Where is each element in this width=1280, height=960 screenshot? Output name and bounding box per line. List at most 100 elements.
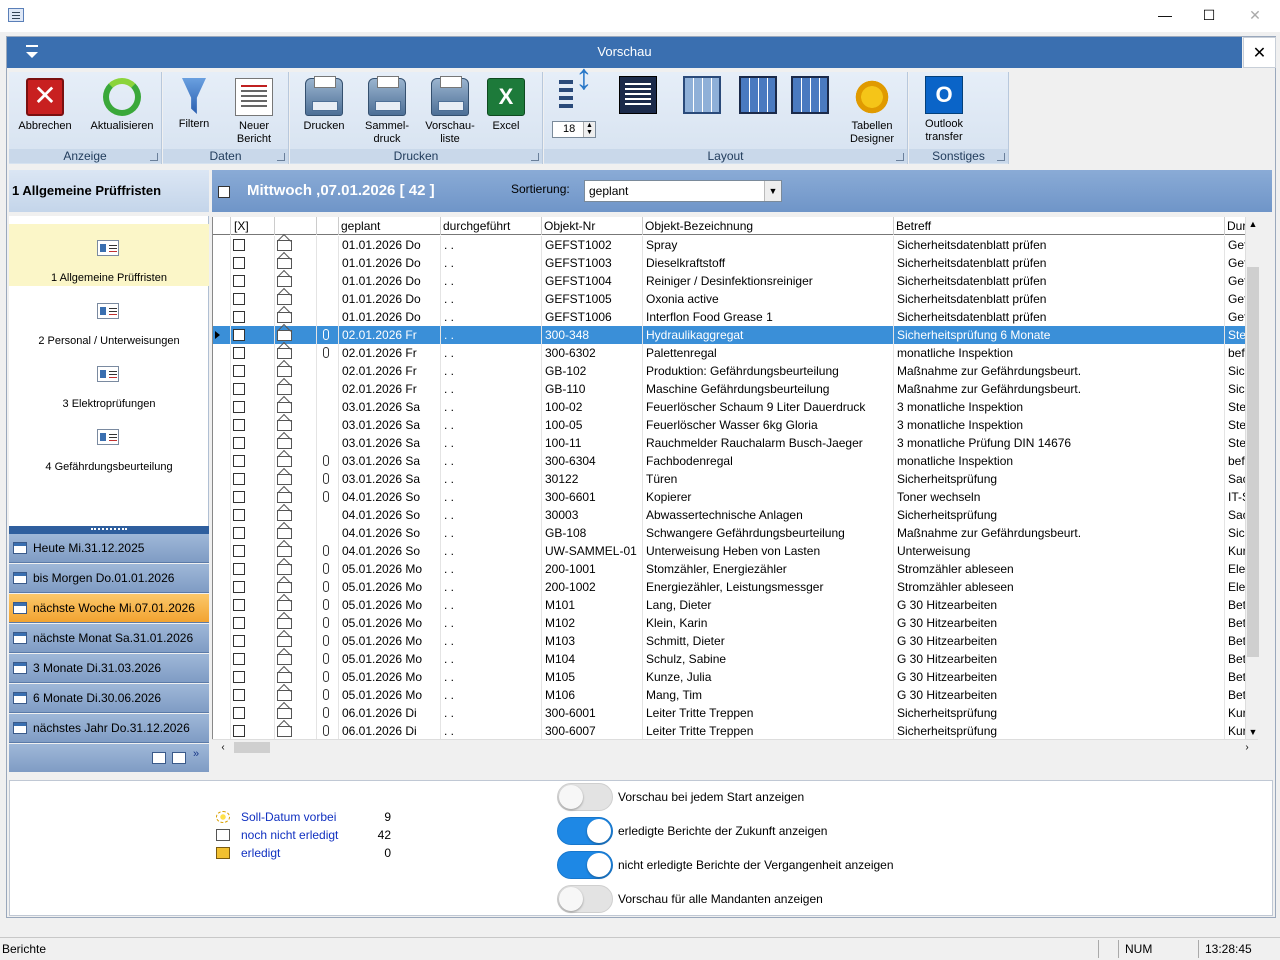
inner-close-button[interactable]: ✕ — [1243, 37, 1276, 68]
period-button-5[interactable]: 3 Monate Di.31.03.2026 — [9, 654, 209, 683]
aktualisieren-button[interactable]: Aktualisieren — [87, 78, 157, 133]
table-row[interactable]: 01.01.2026 Do. . GEFST1006 Interflon Food … — [213, 308, 1258, 326]
vorschauliste-button[interactable]: Vorschau- liste — [422, 76, 478, 146]
scroll-down-icon[interactable]: ▼ — [1246, 725, 1260, 739]
period-button-3[interactable]: nächste Woche Mi.07.01.2026 — [9, 594, 209, 623]
table-row[interactable]: 05.01.2026 Mo. . M106 Mang, Tim G 30 Hitzea… — [213, 686, 1258, 704]
dialog-launcher-icon[interactable] — [277, 153, 285, 161]
sammeldruck-button[interactable]: Sammel- druck — [360, 76, 414, 146]
table-row[interactable]: 02.01.2026 Fr. . 300-6302 Palettenregal mon… — [213, 344, 1258, 362]
cell-durch: . . — [441, 488, 542, 506]
table-row[interactable]: 01.01.2026 Do. . GEFST1003 Dieselkraftstof… — [213, 254, 1258, 272]
scroll-thumb[interactable] — [234, 742, 270, 753]
row-height-icon — [559, 70, 593, 114]
legend-label[interactable]: noch nicht erledigt — [241, 828, 338, 842]
cell-blank — [213, 686, 231, 704]
table-row[interactable]: 04.01.2026 So. . 300-6601 Kopierer Toner we… — [213, 488, 1258, 506]
minimize-button[interactable]: — — [1142, 0, 1188, 30]
table-row[interactable]: 03.01.2026 Sa. . 100-02 Feuerlöscher Schau… — [213, 398, 1258, 416]
abbrechen-button[interactable]: ✕ Abbrechen — [15, 78, 75, 133]
column-header[interactable]: durchgeführt — [441, 217, 542, 235]
table-row[interactable]: 05.01.2026 Mo. . M104 Schulz, Sabine G 30 H… — [213, 650, 1258, 668]
table-row[interactable]: 01.01.2026 Do. . GEFST1005 Oxonia active Si… — [213, 290, 1258, 308]
table-row[interactable]: 02.01.2026 Fr. . GB-110 Maschine Gefährdun… — [213, 380, 1258, 398]
inner-menu-button[interactable] — [7, 37, 57, 68]
period-button-7[interactable]: nächstes Jahr Do.31.12.2026 — [9, 714, 209, 743]
dialog-launcher-icon[interactable] — [150, 153, 158, 161]
panel-splitter[interactable] — [9, 526, 209, 534]
column-header[interactable]: Objekt-Bezeichnung — [643, 217, 894, 235]
neuer-bericht-button[interactable]: Neuer Bericht — [227, 78, 281, 146]
nav-item-1[interactable]: 1 Allgemeine Prüffristen — [9, 224, 209, 286]
maximize-button[interactable]: ☐ — [1186, 0, 1232, 30]
calendar-icon[interactable] — [152, 752, 166, 764]
select-all-checkbox[interactable] — [218, 186, 230, 198]
cell-betreff: Sicherheitsprüfung 6 Monate — [894, 326, 1225, 344]
table-row[interactable]: 03.01.2026 Sa. . 300-6304 Fachbodenregal mo… — [213, 452, 1258, 470]
drucken-button[interactable]: Drucken — [298, 76, 350, 133]
table-row[interactable]: 04.01.2026 So. . UW-SAMMEL-01 Unterweisung… — [213, 542, 1258, 560]
table-row[interactable]: 04.01.2026 So. . 30003 Abwassertechnische … — [213, 506, 1258, 524]
grid-lines-button[interactable] — [738, 76, 778, 118]
option-toggle-2[interactable] — [557, 817, 613, 845]
period-button-4[interactable]: nächste Monat Sa.31.01.2026 — [9, 624, 209, 653]
column-header[interactable]: [X] — [231, 217, 275, 235]
scroll-up-icon[interactable]: ▲ — [1246, 217, 1260, 231]
table-row[interactable]: 01.01.2026 Do. . GEFST1004 Reiniger / Desi… — [213, 272, 1258, 290]
tabellen-designer-button[interactable]: Tabellen Designer — [842, 78, 902, 146]
table-row[interactable]: 02.01.2026 Fr. . GB-102 Produktion: Gefähr… — [213, 362, 1258, 380]
nav-item-2[interactable]: 2 Personal / Unterweisungen — [9, 287, 209, 349]
column-header[interactable]: Objekt-Nr — [542, 217, 643, 235]
dialog-launcher-icon[interactable] — [896, 153, 904, 161]
scroll-right-icon[interactable]: › — [1240, 740, 1254, 755]
table-row[interactable]: 06.01.2026 Di. . 300-6001 Leiter Tritte Tr… — [213, 704, 1258, 722]
option-toggle-4[interactable] — [557, 885, 613, 913]
table-row[interactable]: 05.01.2026 Mo. . 200-1002 Energiezähler, L… — [213, 578, 1258, 596]
period-button-1[interactable]: Heute Mi.31.12.2025 — [9, 534, 209, 563]
chevron-down-icon[interactable]: ▼ — [764, 181, 781, 201]
calendar-icon[interactable] — [172, 752, 186, 764]
excel-button[interactable]: X Excel — [484, 78, 528, 133]
filtern-button[interactable]: Filtern — [171, 78, 217, 131]
nav-item-3[interactable]: 3 Elektroprüfungen — [9, 350, 209, 412]
period-label: nächste Woche Mi.07.01.2026 — [33, 601, 195, 615]
list-view-button[interactable] — [618, 76, 658, 118]
dialog-launcher-icon[interactable] — [531, 153, 539, 161]
column-header[interactable]: Betreff — [894, 217, 1225, 235]
legend-label[interactable]: Soll-Datum vorbei — [241, 810, 336, 824]
table-row[interactable]: 02.01.2026 Fr. . 300-348 Hydraulikaggregat… — [213, 326, 1258, 344]
table-row[interactable]: 05.01.2026 Mo. . M101 Lang, Dieter G 30 Hit… — [213, 596, 1258, 614]
table-row[interactable]: 05.01.2026 Mo. . M105 Kunze, Julia G 30 Hit… — [213, 668, 1258, 686]
table-row[interactable]: 04.01.2026 So. . GB-108 Schwangere Gefährd… — [213, 524, 1258, 542]
nav-item-4[interactable]: 4 Gefährdungsbeurteilung — [9, 413, 209, 475]
option-toggle-3[interactable] — [557, 851, 613, 879]
vertical-scrollbar[interactable]: ▲ ▼ — [1245, 217, 1259, 739]
table-row[interactable]: 03.01.2026 Sa. . 30122 Türen Sicherheitsprü… — [213, 470, 1258, 488]
horizontal-scrollbar[interactable]: ‹ › — [212, 739, 1258, 754]
table-row[interactable]: 05.01.2026 Mo. . M102 Klein, Karin G 30 Hit… — [213, 614, 1258, 632]
scroll-left-icon[interactable]: ‹ — [216, 740, 230, 755]
grid-view-button[interactable] — [682, 76, 722, 118]
table-row[interactable]: 06.01.2026 Di. . 300-6007 Leiter Tritte Tr… — [213, 722, 1258, 739]
outlook-transfer-button[interactable]: O Outlook transfer — [915, 76, 973, 144]
legend-label[interactable]: erledigt — [241, 846, 280, 860]
table-row[interactable]: 05.01.2026 Mo. . M103 Schmitt, Dieter G 30 … — [213, 632, 1258, 650]
row-height-button[interactable] — [554, 70, 594, 118]
period-button-2[interactable]: bis Morgen Do.01.01.2026 — [9, 564, 209, 593]
dialog-launcher-icon[interactable] — [997, 153, 1005, 161]
chevron-down-icon[interactable]: » — [193, 748, 199, 760]
grid-columns-button[interactable] — [790, 76, 830, 118]
option-toggle-1[interactable] — [557, 783, 613, 811]
sort-select[interactable]: geplant ▼ — [584, 180, 782, 202]
period-button-6[interactable]: 6 Monate Di.30.06.2026 — [9, 684, 209, 713]
table-row[interactable]: 03.01.2026 Sa. . 100-05 Feuerlöscher Wasse… — [213, 416, 1258, 434]
column-header[interactable]: geplant — [339, 217, 441, 235]
column-header-blank — [275, 217, 317, 235]
table-row[interactable]: 03.01.2026 Sa. . 100-11 Rauchmelder Raucha… — [213, 434, 1258, 452]
scroll-thumb[interactable] — [1247, 267, 1259, 657]
close-window-button[interactable]: ✕ — [1232, 0, 1278, 30]
stepper-arrows[interactable]: ▲ ▼ — [583, 122, 595, 137]
table-row[interactable]: 01.01.2026 Do. . GEFST1002 Spray Sicherheit… — [213, 236, 1258, 254]
table-row[interactable]: 05.01.2026 Mo. . 200-1001 Stomzähler, Ener… — [213, 560, 1258, 578]
font-size-stepper[interactable]: 18 ▲ ▼ — [552, 121, 596, 138]
